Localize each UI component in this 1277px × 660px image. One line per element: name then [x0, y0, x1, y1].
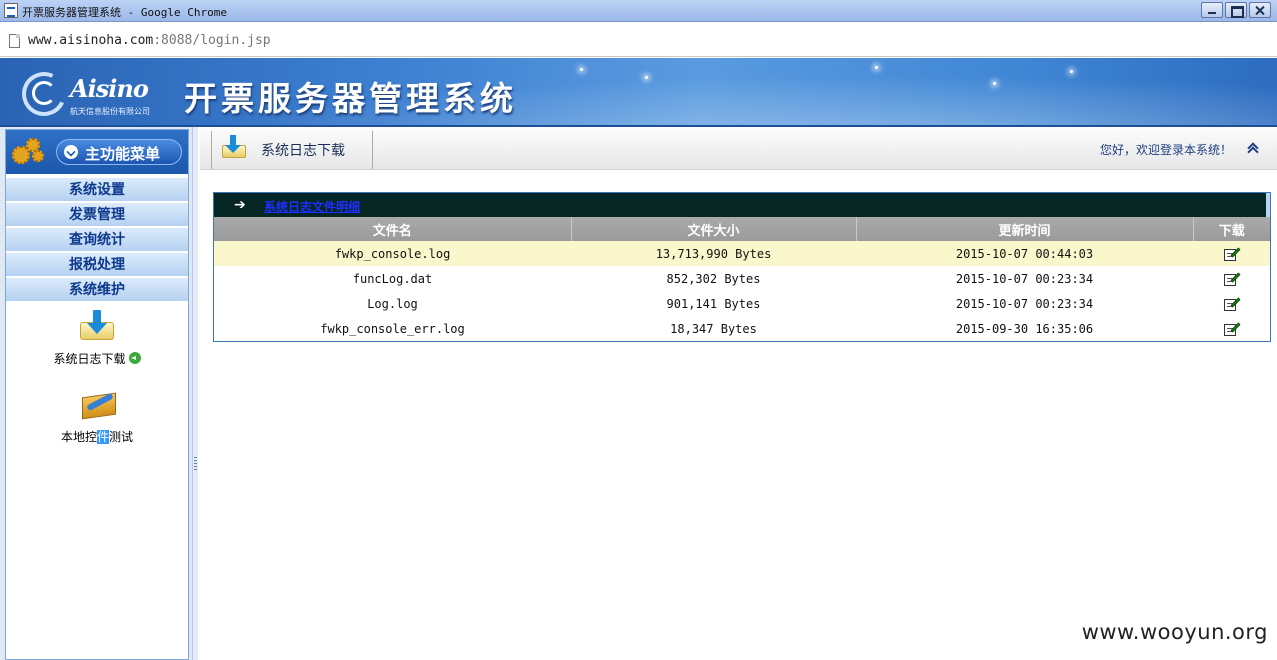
sparkle-icon — [580, 68, 583, 71]
sparkle-icon — [993, 82, 996, 85]
sidebar-item-system-maintenance[interactable]: 系统维护 — [6, 278, 188, 302]
panel-header: ➔ 系统日志文件明细 — [214, 193, 1270, 217]
file-updated: 2015-10-07 00:23:34 — [955, 271, 1094, 286]
collapse-up-icon[interactable] — [1247, 142, 1259, 152]
logo-brand: Aisino — [70, 74, 149, 103]
menu-title: 主功能菜单 — [85, 145, 161, 163]
file-updated: 2015-10-07 00:44:03 — [856, 241, 1193, 266]
sidebar: 主功能菜单 系统设置 发票管理 查询统计 报税处理 系统维护 系统日志下载 本地… — [0, 127, 194, 660]
watermark: www.wooyun.org — [1081, 620, 1268, 644]
column-header-download: 下载 — [1193, 217, 1270, 241]
address-bar[interactable]: www.aisinoha.com:8088/login.jsp — [0, 23, 1277, 57]
arrow-left-circle-icon[interactable] — [128, 352, 141, 364]
file-size: 901,141 Bytes — [666, 296, 761, 311]
download-folder-icon — [222, 135, 248, 161]
url-field[interactable]: www.aisinoha.com:8088/login.jsp — [28, 33, 271, 48]
file-name: Log.log — [367, 296, 418, 311]
window-titlebar: 开票服务器管理系统 - Google Chrome — [0, 0, 1277, 22]
table-row[interactable]: Log.log 901,141 Bytes 2015-10-07 00:23:3… — [214, 291, 1270, 316]
table-row[interactable]: fwkp_console_err.log 18,347 Bytes 2015-0… — [214, 316, 1270, 341]
breadcrumb: 系统日志下载 您好，欢迎登录本系统！ — [200, 127, 1277, 170]
sidebar-splitter[interactable] — [192, 127, 198, 660]
sidebar-item-tax-filing[interactable]: 报税处理 — [6, 253, 188, 277]
main-content: 系统日志下载 您好，欢迎登录本系统！ ➔ 系统日志文件明细 文件名 文件大小 更… — [200, 127, 1277, 660]
welcome-message: 您好，欢迎登录本系统！ — [1099, 143, 1232, 157]
aisino-logo: Aisino 航天信息股份有限公司 — [15, 65, 170, 123]
app-icon — [4, 3, 18, 18]
system-title: 开票服务器管理系统 — [184, 79, 517, 118]
page-title: 系统日志下载 — [261, 143, 345, 159]
table-row[interactable]: fwkp_console.log 13,713,990 Bytes 2015-1… — [214, 241, 1270, 266]
sidebar-item-invoice-management[interactable]: 发票管理 — [6, 203, 188, 227]
column-header-filename: 文件名 — [214, 217, 572, 241]
drag-handle-icon[interactable] — [194, 457, 197, 471]
file-size: 852,302 Bytes — [666, 271, 761, 286]
window-controls — [1201, 2, 1271, 18]
file-name: fwkp_console.log — [214, 241, 571, 266]
logo-company: 航天信息股份有限公司 — [70, 107, 150, 116]
table-row[interactable]: funcLog.dat 852,302 Bytes 2015-10-07 00:… — [214, 266, 1270, 291]
file-size: 13,713,990 Bytes — [571, 241, 856, 266]
arrow-right-icon: ➔ — [234, 197, 246, 213]
menu-header: 主功能菜单 — [6, 130, 188, 174]
column-header-updated: 更新时间 — [856, 217, 1194, 241]
maximize-button[interactable] — [1225, 2, 1247, 18]
file-size: 18,347 Bytes — [670, 321, 757, 336]
sparkle-icon — [1070, 70, 1073, 73]
close-button[interactable] — [1249, 2, 1271, 18]
sidebar-item-query-statistics[interactable]: 查询统计 — [6, 228, 188, 252]
file-name: funcLog.dat — [352, 271, 433, 286]
download-edit-icon[interactable] — [1223, 322, 1240, 336]
main-menu-toggle[interactable]: 主功能菜单 — [56, 139, 182, 165]
page-icon — [9, 34, 20, 48]
gears-icon — [12, 138, 46, 166]
file-updated: 2015-10-07 00:23:34 — [955, 296, 1094, 311]
download-edit-icon[interactable] — [1223, 272, 1240, 286]
url-path: :8088/login.jsp — [153, 33, 271, 48]
download-folder-icon — [78, 310, 116, 344]
sparkle-icon — [875, 66, 878, 69]
toolbox-icon — [78, 385, 120, 421]
logo-ring-inner-icon — [32, 81, 56, 105]
tab-log-download[interactable]: 系统日志下载 — [211, 131, 373, 169]
table-header-row: 文件名 文件大小 更新时间 下载 — [214, 217, 1270, 241]
selected-text: 件 — [96, 430, 109, 444]
download-edit-icon[interactable] — [1223, 297, 1240, 311]
download-edit-icon[interactable] — [1223, 247, 1240, 261]
sidebar-panel: 主功能菜单 系统设置 发票管理 查询统计 报税处理 系统维护 系统日志下载 本地… — [5, 129, 189, 660]
sidebar-item-system-settings[interactable]: 系统设置 — [6, 178, 188, 202]
tool-local-control-test[interactable]: 本地控件测试 — [6, 385, 188, 447]
url-host: www.aisinoha.com — [28, 33, 154, 48]
tool-log-download-label: 系统日志下载 — [53, 352, 126, 366]
file-updated: 2015-09-30 16:35:06 — [955, 321, 1094, 336]
banner: Aisino 航天信息股份有限公司 开票服务器管理系统 — [0, 58, 1277, 127]
window-title: 开票服务器管理系统 - Google Chrome — [22, 6, 227, 19]
tool-local-control-label: 本地控件测试 — [60, 430, 134, 444]
column-header-filesize: 文件大小 — [571, 217, 857, 241]
log-files-panel: ➔ 系统日志文件明细 文件名 文件大小 更新时间 下载 fwkp_console… — [213, 192, 1271, 342]
file-name: fwkp_console_err.log — [320, 321, 465, 336]
minimize-button[interactable] — [1201, 2, 1223, 18]
sparkle-icon — [645, 76, 648, 79]
tool-log-download[interactable]: 系统日志下载 — [6, 310, 188, 370]
log-files-detail-link[interactable]: 系统日志文件明细 — [264, 198, 360, 215]
log-files-table: 文件名 文件大小 更新时间 下载 fwkp_console.log 13,713… — [214, 217, 1270, 341]
chevron-down-icon — [64, 145, 78, 159]
